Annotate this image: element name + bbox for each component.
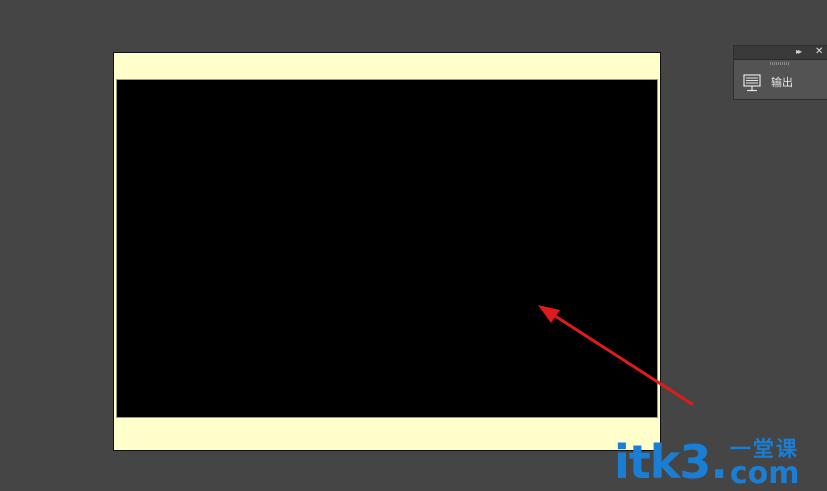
workspace-canvas[interactable] (0, 0, 827, 487)
panel-grip-handle[interactable] (770, 62, 790, 65)
output-panel: ▸▸ ✕ 输出 (733, 45, 827, 100)
panel-titlebar[interactable]: ▸▸ ✕ (734, 46, 827, 60)
close-icon[interactable]: ✕ (815, 46, 823, 58)
black-rectangle-shape[interactable] (117, 80, 657, 417)
document-page[interactable] (113, 52, 661, 451)
double-chevron-right-icon[interactable]: ▸▸ (796, 47, 802, 57)
watermark-logo: itk3 . 一堂课 com (614, 433, 827, 491)
output-panel-button[interactable]: 输出 (742, 72, 822, 94)
watermark-right: 一堂课 com (729, 437, 800, 491)
monitor-icon (743, 74, 761, 92)
watermark-dot: . (710, 435, 728, 489)
watermark-suffix: com (729, 456, 800, 491)
watermark-main-text: itk3 (614, 435, 711, 489)
output-label: 输出 (771, 76, 793, 89)
